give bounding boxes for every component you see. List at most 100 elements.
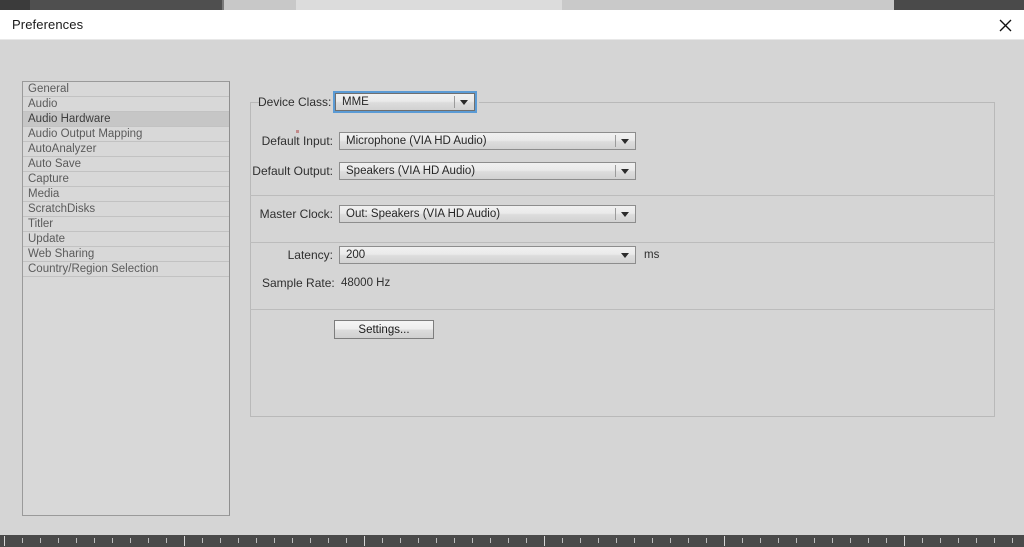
latency-row: Latency: 200 ms <box>275 246 659 264</box>
sample-rate-value: 48000 Hz <box>341 277 391 289</box>
sidebar-item-web-sharing[interactable]: Web Sharing <box>23 247 229 262</box>
sidebar-item-country-region-selection[interactable]: Country/Region Selection <box>23 262 229 277</box>
master-clock-select[interactable]: Out: Speakers (VIA HD Audio) <box>339 205 636 223</box>
ruler-tick <box>310 538 311 543</box>
ruler-tick <box>688 538 689 543</box>
ruler-tick <box>454 538 455 543</box>
sidebar-item-capture[interactable]: Capture <box>23 172 229 187</box>
ruler-tick <box>202 538 203 543</box>
sidebar-item-autoanalyzer[interactable]: AutoAnalyzer <box>23 142 229 157</box>
ruler-tick <box>364 536 365 546</box>
close-icon[interactable] <box>992 14 1018 36</box>
sidebar-item-update[interactable]: Update <box>23 232 229 247</box>
section-divider-1 <box>250 195 995 196</box>
ruler-tick <box>346 538 347 543</box>
ruler-tick <box>814 538 815 543</box>
default-input-label: Default Input: <box>261 134 333 148</box>
ruler-tick <box>472 538 473 543</box>
page-title: Preferences <box>12 17 84 32</box>
ruler-tick <box>904 536 905 546</box>
ruler-tick <box>580 538 581 543</box>
device-class-row: Device Class: MME <box>258 91 477 113</box>
ruler-tick <box>742 538 743 543</box>
sidebar-item-audio[interactable]: Audio <box>23 97 229 112</box>
ruler-tick <box>868 538 869 543</box>
master-clock-row: Master Clock: Out: Speakers (VIA HD Audi… <box>254 205 636 223</box>
sidebar-item-media[interactable]: Media <box>23 187 229 202</box>
ruler-tick <box>526 538 527 543</box>
ruler-tick <box>94 538 95 543</box>
background-panel-a <box>0 0 30 10</box>
background-panel-d <box>296 0 562 10</box>
chevron-down-icon[interactable] <box>615 206 635 222</box>
preferences-dialog: Preferences General Audio Audio Hardware… <box>0 10 1024 547</box>
ruler-tick <box>58 538 59 543</box>
ruler-tick <box>184 536 185 546</box>
default-output-select[interactable]: Speakers (VIA HD Audio) <box>339 162 636 180</box>
default-input-select[interactable]: Microphone (VIA HD Audio) <box>339 132 636 150</box>
ruler-tick <box>1012 538 1013 543</box>
ruler-tick <box>490 538 491 543</box>
dialog-titlebar: Preferences <box>0 10 1024 40</box>
sample-rate-label: Sample Rate: <box>262 276 335 290</box>
settings-button[interactable]: Settings... <box>334 320 434 339</box>
background-panel-f <box>894 0 1024 10</box>
device-class-select[interactable]: MME <box>333 91 477 113</box>
ruler-tick <box>328 538 329 543</box>
dialog-body: General Audio Audio Hardware Audio Outpu… <box>0 40 1024 547</box>
chevron-down-icon[interactable] <box>615 247 635 263</box>
ruler-tick <box>670 538 671 543</box>
ruler-tick <box>418 538 419 543</box>
chevron-down-icon[interactable] <box>454 94 474 110</box>
ruler-tick <box>130 538 131 543</box>
default-output-value: Speakers (VIA HD Audio) <box>346 165 476 177</box>
ruler-tick <box>22 538 23 543</box>
master-clock-value: Out: Speakers (VIA HD Audio) <box>346 208 501 220</box>
ruler-tick <box>40 538 41 543</box>
sidebar-item-titler[interactable]: Titler <box>23 217 229 232</box>
ruler-tick <box>652 538 653 543</box>
chevron-down-icon[interactable] <box>615 133 635 149</box>
screen: Preferences General Audio Audio Hardware… <box>0 0 1024 547</box>
background-panel-b <box>30 0 222 10</box>
ruler-tick <box>832 538 833 543</box>
sidebar-item-audio-output-mapping[interactable]: Audio Output Mapping <box>23 127 229 142</box>
ruler-tick <box>4 536 5 546</box>
sidebar-item-audio-hardware[interactable]: Audio Hardware <box>23 112 229 127</box>
ruler-tick <box>544 536 545 546</box>
background-panel-e <box>562 0 894 10</box>
ruler-tick <box>238 538 239 543</box>
sidebar-item-general[interactable]: General <box>23 82 229 97</box>
latency-select[interactable]: 200 <box>339 246 636 264</box>
sample-rate-row: Sample Rate: 48000 Hz <box>262 276 390 290</box>
ruler-tick <box>616 538 617 543</box>
ruler-tick <box>976 538 977 543</box>
timeline-ruler[interactable] <box>0 535 1024 547</box>
ruler-tick <box>994 538 995 543</box>
ruler-tick <box>922 538 923 543</box>
default-output-row: Default Output: Speakers (VIA HD Audio) <box>246 162 636 180</box>
sidebar-item-auto-save[interactable]: Auto Save <box>23 157 229 172</box>
ruler-tick <box>400 538 401 543</box>
ruler-tick <box>598 538 599 543</box>
ruler-tick <box>112 538 113 543</box>
ruler-tick <box>292 538 293 543</box>
ruler-tick <box>562 538 563 543</box>
section-divider-3 <box>250 309 995 310</box>
chevron-down-icon[interactable] <box>615 163 635 179</box>
latency-label: Latency: <box>287 248 333 262</box>
ruler-tick <box>436 538 437 543</box>
ruler-tick <box>958 538 959 543</box>
background-panel-c <box>224 0 296 10</box>
ruler-tick <box>706 538 707 543</box>
latency-units: ms <box>644 249 660 261</box>
sidebar-item-scratchdisks[interactable]: ScratchDisks <box>23 202 229 217</box>
ruler-tick <box>166 538 167 543</box>
default-input-row: Default Input: Microphone (VIA HD Audio) <box>258 132 636 150</box>
ruler-tick <box>508 538 509 543</box>
category-list[interactable]: General Audio Audio Hardware Audio Outpu… <box>22 81 230 516</box>
ruler-tick <box>886 538 887 543</box>
ruler-tick <box>796 538 797 543</box>
ruler-tick <box>760 538 761 543</box>
ruler-tick <box>76 538 77 543</box>
